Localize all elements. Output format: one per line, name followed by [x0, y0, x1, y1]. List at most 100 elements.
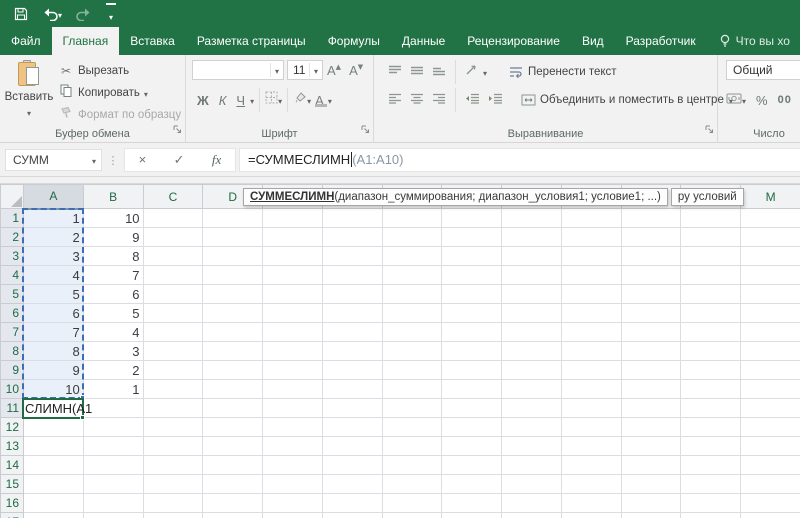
cell-G8[interactable] — [382, 342, 442, 361]
cell-J7[interactable] — [561, 323, 621, 342]
cell-K4[interactable] — [621, 266, 681, 285]
cell-K11[interactable] — [621, 399, 681, 418]
cell-E6[interactable] — [263, 304, 323, 323]
cell-E16[interactable] — [263, 494, 323, 513]
cell-A15[interactable] — [24, 475, 84, 494]
cell-B6[interactable]: 5 — [83, 304, 143, 323]
name-box-dropdown-icon[interactable] — [87, 153, 101, 167]
screentip-function-name[interactable]: СУММЕСЛИМН — [250, 191, 334, 203]
cell-E17[interactable] — [263, 513, 323, 518]
font-color-icon[interactable]: А — [311, 93, 328, 108]
cell-D17[interactable] — [203, 513, 263, 518]
font-color-dropdown-icon[interactable] — [328, 91, 332, 109]
cell-I11[interactable] — [502, 399, 562, 418]
align-left-icon[interactable] — [388, 91, 402, 109]
cell-E14[interactable] — [263, 456, 323, 475]
clipboard-dialog-launcher-icon[interactable] — [173, 121, 182, 139]
cell-J9[interactable] — [561, 361, 621, 380]
font-name-dropdown-icon[interactable] — [270, 63, 283, 77]
cell-L9[interactable] — [681, 361, 741, 380]
copy-dropdown-icon[interactable] — [144, 84, 148, 102]
orientation-dropdown-icon[interactable] — [483, 63, 487, 81]
cell-E11[interactable] — [263, 399, 323, 418]
cell-M7[interactable] — [741, 323, 800, 342]
cell-B2[interactable]: 9 — [83, 228, 143, 247]
tell-me-box[interactable]: Что вы хо — [719, 27, 790, 55]
cell-K2[interactable] — [621, 228, 681, 247]
comma-style-button[interactable]: 00 — [778, 94, 792, 106]
underline-button[interactable]: Ч — [231, 93, 250, 108]
cell-F9[interactable] — [322, 361, 382, 380]
insert-function-button[interactable]: fx — [212, 152, 221, 168]
cell-F1[interactable] — [322, 209, 382, 228]
paste-dropdown-icon[interactable] — [27, 103, 31, 121]
cell-B15[interactable] — [83, 475, 143, 494]
cell-K9[interactable] — [621, 361, 681, 380]
row-header-4[interactable]: 4 — [1, 266, 24, 285]
cell-C1[interactable] — [143, 209, 203, 228]
cell-C12[interactable] — [143, 418, 203, 437]
increase-font-size-button[interactable]: А▲ — [323, 63, 345, 78]
cell-L7[interactable] — [681, 323, 741, 342]
cell-L15[interactable] — [681, 475, 741, 494]
cell-B9[interactable]: 2 — [83, 361, 143, 380]
wrap-text-button[interactable]: Перенести текст — [509, 66, 617, 78]
cell-K5[interactable] — [621, 285, 681, 304]
column-header-A[interactable]: A — [24, 185, 84, 209]
cell-C14[interactable] — [143, 456, 203, 475]
cell-G3[interactable] — [382, 247, 442, 266]
cell-A5[interactable]: 5 — [24, 285, 84, 304]
cell-D10[interactable] — [203, 380, 263, 399]
tab-developer[interactable]: Разработчик — [615, 27, 707, 55]
cell-A6[interactable]: 6 — [24, 304, 84, 323]
cell-L17[interactable] — [681, 513, 741, 518]
decrease-indent-icon[interactable] — [465, 91, 480, 109]
formula-input[interactable]: =СУММЕСЛИМН(A1:A10) — [239, 148, 800, 172]
cancel-button[interactable]: × — [139, 152, 147, 167]
cell-K15[interactable] — [621, 475, 681, 494]
row-header-12[interactable]: 12 — [1, 418, 24, 437]
undo-dropdown-icon[interactable] — [58, 5, 62, 23]
cell-D15[interactable] — [203, 475, 263, 494]
cell-C17[interactable] — [143, 513, 203, 518]
cell-I14[interactable] — [502, 456, 562, 475]
save-icon[interactable] — [14, 3, 28, 25]
cell-E15[interactable] — [263, 475, 323, 494]
tab-insert[interactable]: Вставка — [119, 27, 186, 55]
cell-D16[interactable] — [203, 494, 263, 513]
cell-G9[interactable] — [382, 361, 442, 380]
cell-K16[interactable] — [621, 494, 681, 513]
cell-M4[interactable] — [741, 266, 800, 285]
cell-B10[interactable]: 1 — [83, 380, 143, 399]
cell-E13[interactable] — [263, 437, 323, 456]
cell-I4[interactable] — [502, 266, 562, 285]
cell-L5[interactable] — [681, 285, 741, 304]
cell-C9[interactable] — [143, 361, 203, 380]
cell-M11[interactable] — [741, 399, 800, 418]
cell-M17[interactable] — [741, 513, 800, 518]
cell-D9[interactable] — [203, 361, 263, 380]
cell-E12[interactable] — [263, 418, 323, 437]
cell-M6[interactable] — [741, 304, 800, 323]
align-bottom-icon[interactable] — [432, 63, 446, 81]
cell-M1[interactable] — [741, 209, 800, 228]
cell-G2[interactable] — [382, 228, 442, 247]
cell-J2[interactable] — [561, 228, 621, 247]
cell-H14[interactable] — [442, 456, 502, 475]
cell-B14[interactable] — [83, 456, 143, 475]
cell-D4[interactable] — [203, 266, 263, 285]
underline-dropdown-icon[interactable] — [250, 91, 254, 109]
row-header-9[interactable]: 9 — [1, 361, 24, 380]
cell-H7[interactable] — [442, 323, 502, 342]
cell-I3[interactable] — [502, 247, 562, 266]
undo-button[interactable] — [42, 3, 62, 25]
accounting-format-icon[interactable] — [726, 91, 742, 109]
cell-C7[interactable] — [143, 323, 203, 342]
accounting-dropdown-icon[interactable] — [742, 91, 746, 109]
cell-D5[interactable] — [203, 285, 263, 304]
cell-J3[interactable] — [561, 247, 621, 266]
cell-K12[interactable] — [621, 418, 681, 437]
row-header-6[interactable]: 6 — [1, 304, 24, 323]
decrease-font-size-button[interactable]: А▼ — [345, 63, 367, 78]
cell-G13[interactable] — [382, 437, 442, 456]
